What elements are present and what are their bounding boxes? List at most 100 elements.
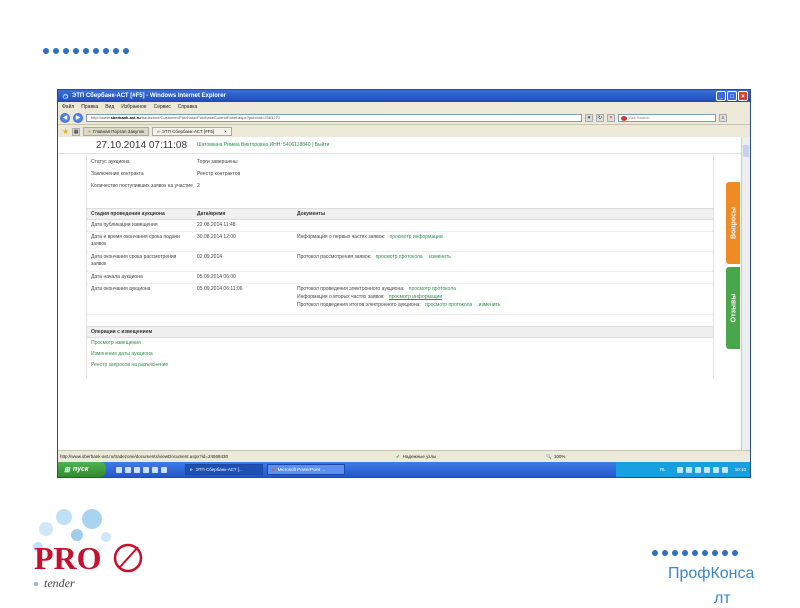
zoom-level[interactable]: 100%: [554, 454, 566, 459]
table-row: Дата начала аукциона 05.09.2014 06:00: [87, 272, 713, 284]
menu-bar: Файл Правка Вид Избранное Сервис Справка: [58, 102, 750, 111]
search-input[interactable]: Ask Search: [618, 113, 716, 122]
scrollbar-thumb[interactable]: [743, 145, 749, 157]
tray-icon[interactable]: [685, 466, 692, 473]
brand-name: ПрофКонса: [668, 565, 755, 582]
menu-view[interactable]: Вид: [105, 104, 114, 110]
menu-favorites[interactable]: Избранное: [121, 104, 146, 110]
clarification-requests-link[interactable]: Реестр запросов на разъяснение: [91, 362, 168, 369]
minimize-button[interactable]: _: [716, 91, 726, 101]
tab-close-icon[interactable]: ×: [224, 129, 227, 134]
menu-tools[interactable]: Сервис: [154, 104, 171, 110]
stage-docs: Информация о первых частях заявок: просм…: [297, 234, 443, 241]
back-icon[interactable]: ◀: [60, 112, 70, 123]
url-path: /tradezone/Customer/Purchase/PurchaseCon…: [140, 115, 280, 120]
table-row: Дата окончания срока рассмотрения заявок…: [87, 252, 713, 272]
user-info-link[interactable]: Шатовкина Римма Викторовна ИНН: 54061188…: [197, 142, 329, 148]
view-notice-link[interactable]: Просмотр извещения: [91, 340, 141, 347]
ie-icon: e: [62, 93, 69, 100]
quick-tabs-icon[interactable]: ▦: [72, 127, 81, 136]
table-row: Дата и время окончания срока подачи заяв…: [87, 232, 713, 252]
logo-subtext: tender: [44, 576, 75, 590]
tab-main-portal[interactable]: ● Главная Портал Закупок: [83, 127, 150, 136]
view-protocol-link[interactable]: просмотр протокола: [409, 286, 456, 292]
stage-docs: Протокол проведения электронного аукцион…: [297, 286, 456, 293]
status-url: http://www.sberbank-ast.ru/tradezone/doc…: [60, 454, 228, 459]
decorative-dots-bottom: [652, 550, 738, 556]
change-auction-date-link[interactable]: Изменение даты аукциона: [91, 351, 153, 358]
tab-etp-sberbank[interactable]: e ЭТП Сбербанк-АСТ [#F5] ×: [152, 127, 232, 136]
quick-launch-icon[interactable]: [116, 466, 122, 473]
reviews-label: Отзывы: [730, 293, 738, 323]
address-input[interactable]: http://www. sberbank-ast.ru/tradezone/Cus…: [86, 113, 582, 122]
current-datetime: 27.10.2014 07:11:08: [96, 139, 188, 151]
forward-icon[interactable]: ▶: [73, 112, 83, 123]
quick-launch-icon[interactable]: [134, 466, 140, 473]
stage-date: 05.09.2014 06:00: [197, 274, 236, 280]
window-titlebar: e ЭТП Сбербанк-АСТ [#F5] - Windows Inter…: [58, 90, 750, 102]
taskbar-item-powerpoint[interactable]: ■ Microsoft PowerPoint ...: [267, 464, 345, 475]
language-indicator[interactable]: RL: [660, 467, 666, 472]
menu-edit[interactable]: Правка: [81, 104, 98, 110]
taskbar: ⊞ пуск e ЭТП Сбербанк-АСТ [... ■ Microso…: [58, 462, 750, 477]
start-button[interactable]: ⊞ пуск: [58, 462, 106, 477]
quick-launch: [116, 466, 167, 473]
reviews-side-tab[interactable]: Отзывы: [726, 267, 740, 349]
menu-file[interactable]: Файл: [62, 104, 74, 110]
doc-label: Информация о вторых частях заявок:: [297, 294, 385, 300]
favorites-star-icon[interactable]: ★: [62, 127, 69, 136]
contracts-registry-link[interactable]: Реестр контрактов: [197, 171, 240, 178]
dropdown-arrow-icon[interactable]: ▾: [585, 113, 593, 122]
stage-date: 05.09.2014 06:11:06: [197, 286, 243, 292]
zoom-icon[interactable]: 🔍: [546, 454, 552, 460]
quick-launch-icon[interactable]: [125, 466, 131, 473]
stage-date: 22.08.2014 11:48: [197, 222, 236, 228]
tray-icon[interactable]: [694, 466, 701, 473]
tray-icon[interactable]: [676, 466, 683, 473]
operations-header: Операции с извещением: [87, 326, 713, 338]
maximize-button[interactable]: □: [727, 91, 737, 101]
table-row: Дата окончания аукциона 05.09.2014 06:11…: [87, 284, 713, 315]
view-protocol-link[interactable]: просмотр протокола: [376, 254, 423, 260]
ie-icon: e: [190, 467, 193, 472]
search-icon[interactable]: ⌕: [719, 113, 727, 122]
doc-label: Протокол рассмотрения заявок:: [297, 254, 372, 260]
stage-name: Дата публикации извещения: [91, 222, 158, 228]
trusted-zone-check-icon: ✔: [395, 453, 400, 459]
stage-date: 30.08.2014 12:00: [197, 234, 236, 240]
quick-launch-icon[interactable]: [152, 466, 158, 473]
column-documents: Документы: [297, 211, 326, 217]
logo-text: PRO: [34, 540, 102, 576]
menu-help[interactable]: Справка: [178, 104, 198, 110]
stage-name: Дата и время окончания срока подачи заяв…: [91, 234, 180, 247]
search-provider-icon: [621, 115, 627, 121]
task-label: ЭТП Сбербанк-АСТ [...: [195, 467, 243, 472]
brand-name-continued: лт: [714, 590, 731, 607]
doc-label: Протокол проведения электронного аукцион…: [297, 286, 405, 292]
tray-icon[interactable]: [721, 466, 728, 473]
edit-link[interactable]: изменить: [429, 254, 451, 260]
quick-launch-icon[interactable]: [143, 466, 149, 473]
refresh-icon[interactable]: ↻: [596, 113, 604, 122]
tray-icon[interactable]: [703, 466, 710, 473]
close-button[interactable]: ×: [738, 91, 748, 101]
stage-name: Дата начала аукциона: [91, 274, 143, 280]
view-info-link[interactable]: просмотр информации: [389, 294, 442, 300]
vertical-scrollbar[interactable]: [741, 137, 750, 451]
tab-label: Главная Портал Закупок: [92, 129, 145, 134]
address-bar: ◀ ▶ http://www. sberbank-ast.ru/tradezone…: [58, 111, 750, 125]
view-info-link[interactable]: просмотр информации: [389, 234, 442, 240]
questions-side-tab[interactable]: Вопросы: [726, 182, 740, 264]
list-item: Реестр запросов на разъяснение: [87, 360, 713, 370]
stop-icon[interactable]: ×: [607, 113, 615, 122]
taskbar-item-browser[interactable]: e ЭТП Сбербанк-АСТ [...: [185, 464, 263, 475]
edit-link[interactable]: изменить: [479, 302, 501, 308]
auction-panel: Статус аукциона Торги завершены Заключен…: [86, 155, 714, 378]
view-protocol-link[interactable]: просмотр протокола: [425, 302, 472, 308]
table-row: Дата публикации извещения 22.08.2014 11:…: [87, 220, 713, 232]
tray-icon[interactable]: [712, 466, 719, 473]
url-domain: sberbank-ast.ru: [110, 115, 141, 120]
stages-table-header: Стадия проведения аукциона Дата/время До…: [87, 208, 713, 220]
quick-launch-icon[interactable]: [161, 466, 167, 473]
task-label: Microsoft PowerPoint ...: [277, 467, 326, 472]
